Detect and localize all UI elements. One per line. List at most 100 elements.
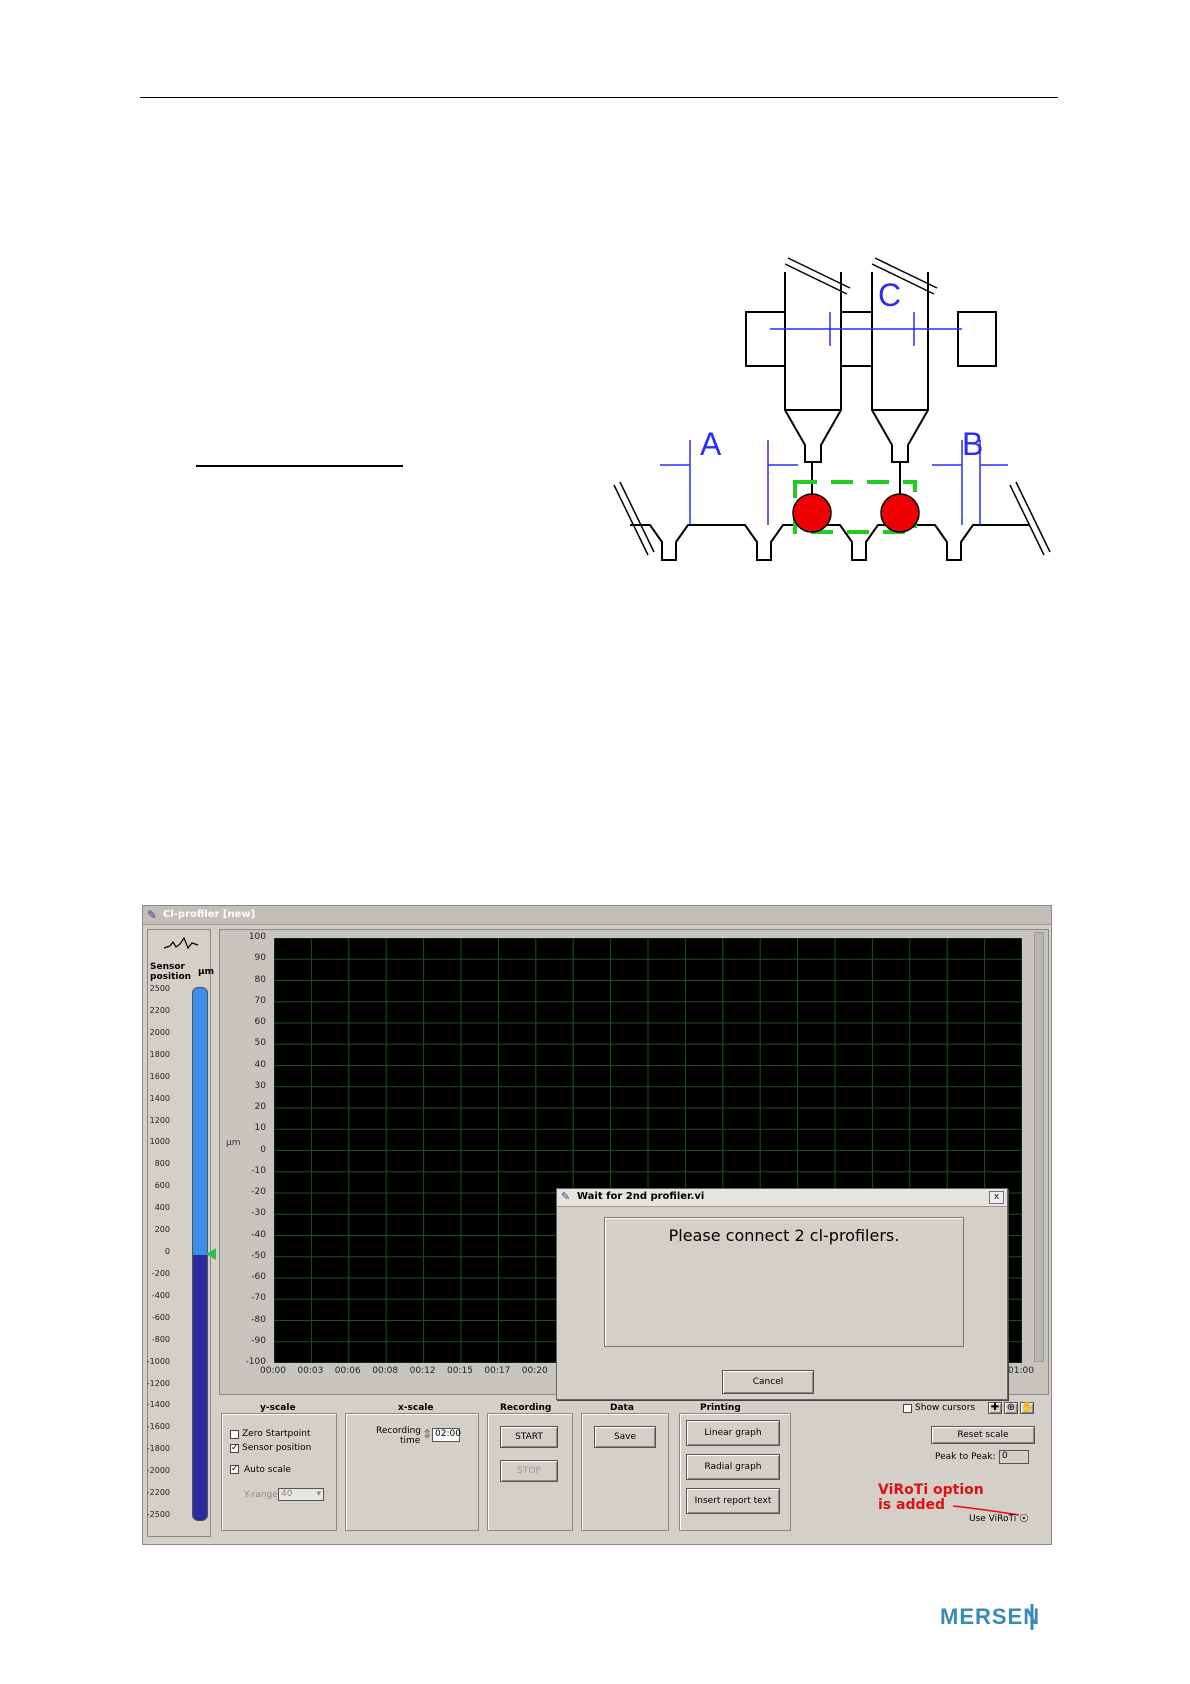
y-tick-label: 30 — [254, 1080, 266, 1091]
sensor-tick-label: 1000 — [149, 1137, 170, 1147]
x-tick-label: 00:00 — [260, 1366, 286, 1376]
dialog-title: Wait for 2nd profiler.vi — [577, 1191, 705, 1202]
y-scale-title: y-scale — [260, 1403, 296, 1413]
wait-dialog: ✎ Wait for 2nd profiler.vi x Please conn… — [556, 1188, 1008, 1400]
cursor-move-icon[interactable]: ✚ — [988, 1402, 1002, 1414]
y-tick-label: -50 — [251, 1250, 266, 1261]
y-tick-label: -30 — [251, 1208, 266, 1219]
zero-startpoint-checkbox[interactable] — [230, 1430, 239, 1439]
y-range-select[interactable]: 40 ▾ — [278, 1488, 324, 1501]
sensor-tick-label: 400 — [154, 1203, 170, 1213]
show-cursors-checkbox[interactable] — [903, 1404, 912, 1413]
sensor-tick-label: -2500 — [146, 1510, 170, 1519]
linear-graph-button[interactable]: Linear graph — [686, 1420, 780, 1446]
sensor-tick-label: 2200 — [149, 1005, 170, 1015]
data-title: Data — [610, 1403, 634, 1413]
viroti-radio-icon[interactable]: ☉ — [1019, 1512, 1029, 1525]
dialog-icon: ✎ — [561, 1190, 571, 1203]
sensor-tick-label: 1400 — [149, 1093, 170, 1103]
show-cursors-label: Show cursors — [915, 1403, 976, 1413]
sensor-tick-label: -800 — [151, 1334, 170, 1344]
y-tick-label: 0 — [260, 1144, 266, 1155]
label-b: B — [962, 426, 983, 462]
label-c: C — [878, 277, 901, 313]
x-tick-label: 00:20 — [521, 1366, 548, 1376]
logo-text: MERSEN — [940, 1604, 1040, 1629]
sensor-unit: µm — [198, 967, 215, 977]
x-tick-label: 00:08 — [372, 1366, 399, 1376]
pan-hand-icon[interactable]: ✋ — [1020, 1402, 1034, 1414]
sensor-position-panel: Sensor position µm 2500 2200 2000 1800 1600 1… — [146, 929, 216, 1537]
app-icon: ✎ — [147, 908, 158, 922]
window-titlebar: ✎ Cl-profiler [new] — [143, 906, 1051, 925]
x-scale-title: x-scale — [398, 1403, 434, 1413]
dialog-titlebar: ✎ Wait for 2nd profiler.vi x — [557, 1189, 1007, 1207]
recording-time-label-1: Recording — [376, 1426, 422, 1436]
zero-startpoint-label: Zero Startpoint — [242, 1429, 311, 1439]
y-tick-label: 10 — [254, 1123, 266, 1134]
reset-scale-button[interactable]: Reset scale — [931, 1426, 1035, 1444]
y-scale-group: y-scale Zero Startpoint ✓ Sensor positio… — [221, 1403, 337, 1531]
y-tick-label: -10 — [251, 1165, 266, 1176]
sensor-tick-label: -1400 — [146, 1400, 170, 1410]
y-tick-label: -60 — [251, 1272, 266, 1282]
y-range-value: 40 — [281, 1489, 293, 1499]
sensor-tick-label: -2000 — [146, 1466, 170, 1476]
y-tick-label: 50 — [254, 1038, 266, 1049]
app-window: ✎ Cl-profiler [new] Sensor position µm 2… — [142, 905, 1052, 1545]
y-tick-label: -90 — [251, 1335, 266, 1346]
sensor-position-checkbox[interactable]: ✓ — [230, 1444, 239, 1453]
x-tick-label: 00:06 — [334, 1366, 361, 1376]
auto-scale-label: Auto scale — [244, 1465, 291, 1475]
y-tick-label: -80 — [251, 1314, 266, 1325]
start-button[interactable]: START — [500, 1426, 558, 1448]
sensor-marker[interactable] — [206, 1248, 216, 1260]
auto-scale-checkbox[interactable]: ✓ — [230, 1465, 239, 1474]
y-range-label: Y-range — [244, 1490, 278, 1500]
peak-to-peak-label: Peak to Peak: — [935, 1452, 996, 1462]
sensor-tick-label: -200 — [151, 1268, 170, 1278]
y-tick-label: -70 — [251, 1293, 266, 1304]
stepper-icon[interactable]: ⇕ — [422, 1427, 432, 1441]
sensor-tick-label: -1800 — [146, 1444, 170, 1454]
window-title: Cl-profiler [new] — [163, 909, 256, 920]
printing-title: Printing — [700, 1403, 741, 1413]
x-tick-label: 00:12 — [409, 1366, 436, 1376]
x-tick-label-end: 01:00 — [1008, 1366, 1034, 1376]
data-group: Data Save — [581, 1403, 669, 1531]
recording-group: Recording START STOP — [487, 1403, 573, 1531]
heading-underline — [196, 465, 403, 467]
y-tick-label: -40 — [251, 1229, 266, 1240]
y-tick-label: 80 — [254, 974, 266, 985]
recording-time-label-2: time — [400, 1436, 421, 1446]
zoom-icon[interactable]: ⊕ — [1004, 1402, 1018, 1414]
x-tick-label: 00:03 — [297, 1366, 324, 1376]
radial-graph-button[interactable]: Radial graph — [686, 1454, 780, 1480]
label-a: A — [700, 426, 722, 462]
x-tick-label: 00:15 — [447, 1366, 473, 1376]
y-tick-label: 90 — [254, 953, 266, 964]
annotation-line-1: ViRoTi option — [878, 1482, 984, 1498]
recording-time-input[interactable]: 02:00 — [432, 1428, 461, 1442]
y-tick-label: -20 — [251, 1187, 266, 1197]
save-button[interactable]: Save — [594, 1426, 656, 1448]
profiler-diagram: A B C — [613, 257, 1051, 561]
insert-report-text-button[interactable]: Insert report text — [686, 1488, 780, 1514]
sensor-tick-label: -1200 — [146, 1378, 170, 1388]
sensor-tick-label: -2200 — [146, 1488, 170, 1498]
y-tick-label: 60 — [254, 1017, 266, 1027]
stop-button[interactable]: STOP — [500, 1460, 558, 1482]
close-icon[interactable]: x — [989, 1191, 1004, 1204]
sensor-tick-label: -1600 — [146, 1422, 170, 1432]
chevron-down-icon: ▾ — [316, 1489, 321, 1499]
y-axis-unit: µm — [226, 1138, 241, 1148]
sensor-tick-label: 2500 — [149, 984, 170, 993]
graph-scrollbar[interactable] — [1034, 932, 1044, 1362]
mersen-logo: MERSEN — [940, 1604, 1040, 1630]
sensor-position-label: Sensor position — [242, 1443, 312, 1453]
sensor-tick-label: 1800 — [149, 1049, 170, 1059]
sensor-tick-label: 0 — [164, 1247, 170, 1256]
cancel-button[interactable]: Cancel — [722, 1370, 814, 1394]
use-viroti-label: Use ViRoTi — [969, 1514, 1017, 1524]
sensor-tick-label: -600 — [151, 1312, 170, 1322]
